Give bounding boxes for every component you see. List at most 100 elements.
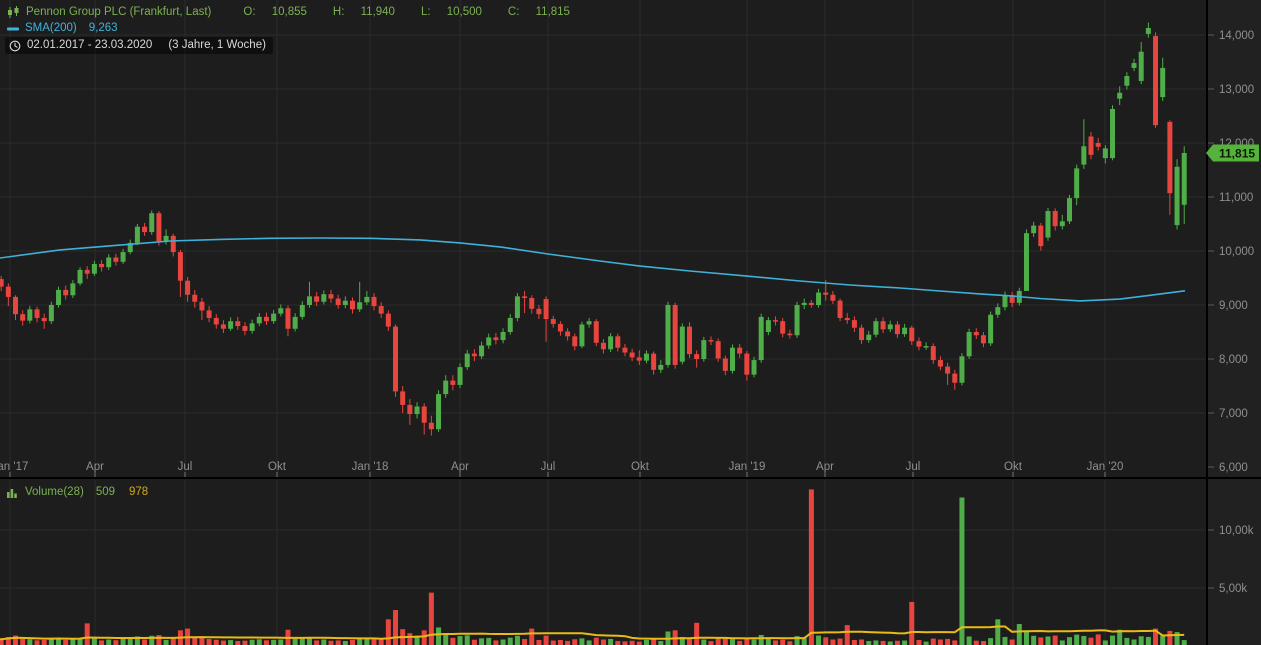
price-tick-label: 10,000 [1219,246,1254,258]
candle [515,296,520,318]
time-tick-label[interactable]: Jan '20 [1087,461,1124,473]
candle [135,227,140,243]
volume-bar [1060,640,1065,645]
volume-bar [1045,636,1050,645]
time-tick-label[interactable]: Apr [86,461,104,473]
chart-canvas[interactable]: 14,00013,00012,00011,00010,0009,0008,000… [0,0,1261,645]
candle [429,423,434,429]
volume-bar [1182,640,1187,645]
time-tick-label[interactable]: Okt [1004,461,1023,473]
open-value: 10,855 [272,6,307,18]
volume-bar [393,610,398,645]
candle [486,337,491,345]
candle [228,321,233,329]
chart-window: 14,00013,00012,00011,00010,0009,0008,000… [0,0,1261,645]
volume-bar [558,640,563,645]
volume-bar [314,640,319,645]
volume-bar [981,641,986,645]
volume-bar [1167,631,1172,645]
time-tick-label[interactable]: Jul [906,461,921,473]
volume-bar [501,640,506,645]
volume-bar [737,641,742,645]
candle [1060,221,1065,226]
price-tick-label: 8,000 [1219,354,1248,366]
candle [859,328,864,340]
volume-bar [701,640,706,645]
volume-bar [164,640,169,645]
candle [214,318,219,324]
candle [1117,93,1122,99]
candle [1167,122,1172,193]
price-tick-label: 14,000 [1219,30,1254,42]
candle [357,302,362,309]
volume-bar [622,641,627,645]
candle [766,320,771,332]
price-axis-panel[interactable] [1207,0,1261,645]
candle [99,264,104,267]
candle [285,308,290,329]
instrument-legend: Pennon Group PLC (Frankfurt, Last) O: 10… [7,6,570,19]
volume-bar [1103,640,1108,645]
volume-tick-label: 10,00k [1219,525,1254,537]
volume-bar [1017,624,1022,645]
volume-bar [881,641,886,645]
price-tick-label: 9,000 [1219,300,1248,312]
time-tick-label[interactable]: Jul [178,461,193,473]
volume-bar [859,640,864,645]
time-tick-label[interactable]: Jan '17 [0,461,28,473]
volume-bar [336,640,341,645]
time-tick-label[interactable]: Apr [816,461,834,473]
time-tick-label[interactable]: Jan '19 [729,461,766,473]
volume-bar [802,638,807,645]
candle [35,309,40,318]
ohlc-readout: O: 10,855H: 11,940L: 10,500C: 11,815 [217,6,570,19]
candle [587,321,592,324]
volume-bar [121,639,126,645]
sma-legend: SMA(200) 9,263 [7,22,118,35]
candle [393,327,398,392]
candle [1139,52,1144,81]
candle [916,341,921,346]
candle [1153,36,1158,125]
candle [1045,211,1050,237]
volume-bar [1024,632,1029,645]
volume-bar [113,640,118,645]
date-range: 02.01.2017 - 23.03.2020 [27,39,152,52]
candle [178,252,183,281]
candle [637,357,642,360]
volume-bar [1124,638,1129,645]
candle [665,305,670,365]
candle [615,336,620,347]
candle [802,303,807,305]
candle [673,305,678,365]
candle [422,407,427,423]
candle [723,358,728,370]
candle [192,295,197,302]
volume-bar [35,640,40,645]
volume-bar [1038,637,1043,645]
candle [974,332,979,335]
volume-bar [895,641,900,645]
candle [744,354,749,375]
high-value: 11,940 [361,6,395,18]
candle [651,354,656,370]
volume-bar [809,489,814,645]
time-tick-label[interactable]: Okt [268,461,287,473]
candle [1146,28,1151,34]
candle [372,297,377,306]
time-tick-label[interactable]: Okt [631,461,650,473]
volume-bar [479,638,484,645]
time-tick-label[interactable]: Jan '18 [352,461,389,473]
volume-bar [866,641,871,645]
time-tick-label[interactable]: Jul [541,461,556,473]
volume-bar [407,633,412,645]
volume-bar [1053,636,1058,645]
candle [572,336,577,346]
volume-bar [465,635,470,645]
candle [888,324,893,329]
time-tick-label[interactable]: Apr [451,461,469,473]
candle [658,365,663,370]
volume-bar [364,639,369,645]
volume-bar [321,640,326,645]
candle [931,346,936,360]
